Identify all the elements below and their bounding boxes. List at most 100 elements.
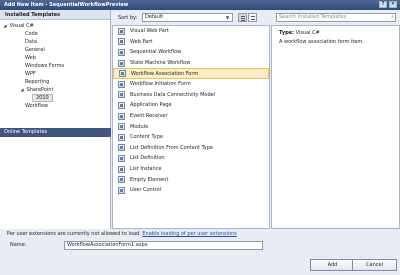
template-icon [118,154,125,162]
template-label: State Machine Workflow [130,60,191,67]
type-label: Type: [279,30,295,36]
template-label: User Control [130,187,162,194]
template-icon [118,176,125,184]
details-view-button[interactable] [248,13,257,22]
online-templates-heading[interactable]: Online Templates [0,128,111,137]
template-label: List Definition [130,155,165,162]
template-label: Module [130,123,149,130]
template-icon [118,91,125,99]
type-value: Visual C# [295,30,320,36]
template-item-selected[interactable]: Workflow Association Form [113,68,269,79]
tree-item-label: Workflow [25,103,48,109]
tree-item-windows-forms[interactable]: Windows Forms [0,62,110,70]
tree-item-wpf[interactable]: WPF [0,70,110,78]
close-button[interactable]: × [389,1,397,8]
tree-item-2010[interactable]: 2010 [0,94,110,102]
window-title: Add New Item - SequentialWorkflowPreview [4,2,129,8]
tree-item-workflow[interactable]: Workflow [0,102,110,110]
template-item[interactable]: List Instance [113,164,269,175]
tree-item-label: Data [25,39,37,45]
tree-item-label: 2010 [32,94,53,102]
template-label: Visual Web Part [130,28,169,35]
name-label: Name: [10,242,27,248]
template-label: Web Part [130,38,153,45]
tree-item-label: Code [25,31,38,37]
tree-item-label: WPF [25,71,36,77]
tree-item-data[interactable]: Data [0,38,110,46]
sort-toolbar: Sort by: Default ▼ [112,12,270,24]
tree-item-label: SharePoint [26,87,54,93]
template-icon [118,101,125,109]
tree-item-label: Windows Forms [25,63,65,69]
template-icon [118,27,125,35]
template-item[interactable]: Content Type [113,132,269,143]
template-description: A workflow association form item. [279,39,364,45]
template-icon [118,80,125,88]
template-item[interactable]: User Control [113,185,269,196]
template-label: Business Data Connectivity Model [130,91,216,98]
expand-toggle-icon[interactable]: ◢ [2,22,8,30]
template-item[interactable]: Sequential Workflow [113,47,269,58]
template-item[interactable]: Workflow Initiation Form [113,79,269,90]
tree-item-visual-csharp[interactable]: ◢ Visual C# [0,22,110,30]
tree-item-general[interactable]: General [0,46,110,54]
tree-item-label: General [25,47,45,53]
template-icon [118,133,125,141]
template-label: Empty Element [130,176,169,183]
template-item[interactable]: Web Part [113,37,269,48]
template-item[interactable]: Visual Web Part [113,26,269,37]
enable-extensions-link[interactable]: Enable loading of per user extensions [142,231,236,237]
template-item[interactable]: Event Receiver [113,111,269,122]
tree-item-reporting[interactable]: Reporting [0,78,110,86]
template-icon [118,48,125,56]
tree-item-label: Web [25,55,36,61]
template-item[interactable]: Business Data Connectivity Model [113,90,269,101]
template-label: Sequential Workflow [130,49,182,56]
tree-item-label: Reporting [25,79,50,85]
list-view-button[interactable] [238,13,247,22]
template-icon [118,112,125,120]
template-list: Visual Web Part Web Part Sequential Work… [112,25,270,229]
template-icon [118,186,125,194]
template-tree: ◢ Visual C# Code Data General Web Window… [0,20,110,110]
help-button[interactable]: ? [379,1,387,8]
template-item[interactable]: Module [113,121,269,132]
title-bar: Add New Item - SequentialWorkflowPreview… [0,0,400,10]
installed-templates-pane: Installed Templates ◢ Visual C# Code Dat… [0,10,111,229]
extension-notice-text: Per user extensions are currently not al… [7,231,141,237]
cancel-button[interactable]: Cancel [352,259,397,271]
template-item[interactable]: List Definition [113,153,269,164]
template-icon [118,59,125,67]
template-item[interactable]: List Definition From Content Type [113,143,269,154]
template-icon [118,38,125,46]
search-placeholder: Search Installed Templates [279,14,347,20]
tree-item-code[interactable]: Code [0,30,110,38]
type-line: Type: Visual C# [279,30,399,36]
tree-item-label: Visual C# [9,23,34,29]
template-icon [118,165,125,173]
sort-by-label: Sort by: [118,15,138,21]
template-item[interactable]: State Machine Workflow [113,58,269,69]
template-label: Content Type [130,134,163,141]
search-input[interactable]: Search Installed Templates ⌕ [276,13,396,22]
expand-toggle-icon[interactable]: ◢ [19,86,25,94]
template-label: Event Receiver [130,113,168,120]
tree-item-sharepoint[interactable]: ◢ SharePoint [0,86,110,94]
template-icon [118,123,125,131]
search-icon[interactable]: ⌕ [391,14,394,21]
sort-by-select[interactable]: Default ▼ [142,13,233,22]
name-field[interactable]: WorkflowAssociationForm1.aspx [64,241,263,250]
template-label: List Definition From Content Type [130,144,214,151]
chevron-down-icon: ▼ [225,15,230,20]
template-label: List Instance [130,166,162,173]
details-pane: Type: Visual C# A workflow association f… [271,25,400,229]
template-icon [118,144,125,152]
template-label: Workflow Initiation Form [130,81,191,88]
template-item[interactable]: Empty Element [113,174,269,185]
template-icon [119,70,126,78]
installed-templates-heading[interactable]: Installed Templates [0,10,110,20]
template-label: Application Page [130,102,172,109]
add-button[interactable]: Add [310,259,355,271]
tree-item-web[interactable]: Web [0,54,110,62]
template-item[interactable]: Application Page [113,100,269,111]
